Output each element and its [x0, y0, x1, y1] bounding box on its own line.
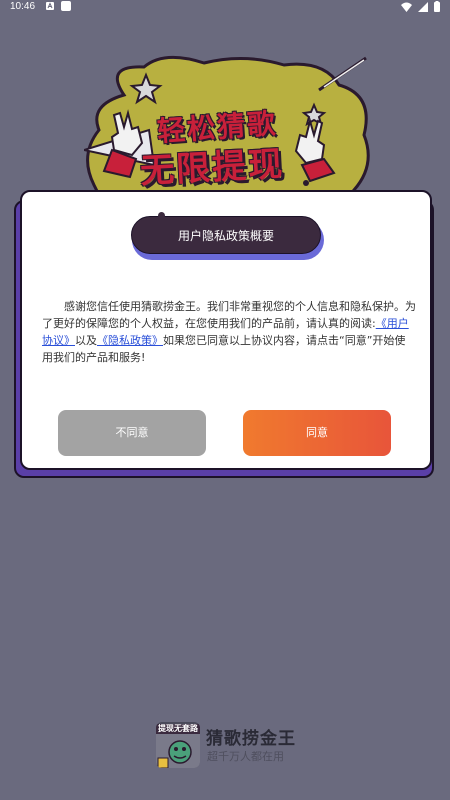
app-tagline: 超千万人都在用 — [207, 750, 284, 763]
agree-button[interactable]: 同意 — [243, 410, 391, 456]
banner-title-line2: 无限提现 — [139, 144, 286, 192]
square-icon — [61, 1, 71, 11]
disagree-button[interactable]: 不同意 — [58, 410, 206, 456]
status-bar: 10:46 — [0, 0, 450, 14]
dialog-title: 用户隐私政策概要 — [131, 216, 321, 254]
app-name: 猜歌捞金王 — [206, 729, 296, 749]
dialog-body: 感谢您信任使用猜歌捞金王。我们非常重视您的个人信息和隐私保护。为了更好的保障您的… — [42, 298, 416, 366]
battery-icon — [434, 1, 440, 15]
a-icon — [46, 2, 54, 10]
wifi-icon — [401, 2, 412, 15]
status-right-icons — [401, 1, 440, 15]
app-logo: 提现无套路 — [156, 722, 200, 768]
body-prefix: 感谢您信任使用猜歌捞金王。我们非常重视您的个人信息和隐私保护。为了更好的保障您的… — [42, 300, 416, 330]
privacy-policy-link[interactable]: 《隐私政策》 — [97, 334, 163, 347]
title-dot-decoration — [158, 212, 165, 219]
app-logo-text: 提现无套路 — [156, 724, 200, 734]
app-logo-art — [156, 734, 200, 768]
status-time: 10:46 — [10, 1, 36, 12]
privacy-dialog: 用户隐私政策概要 感谢您信任使用猜歌捞金王。我们非常重视您的个人信息和隐私保护。… — [20, 190, 432, 470]
and-text: 以及 — [75, 334, 97, 347]
signal-icon — [418, 1, 428, 15]
